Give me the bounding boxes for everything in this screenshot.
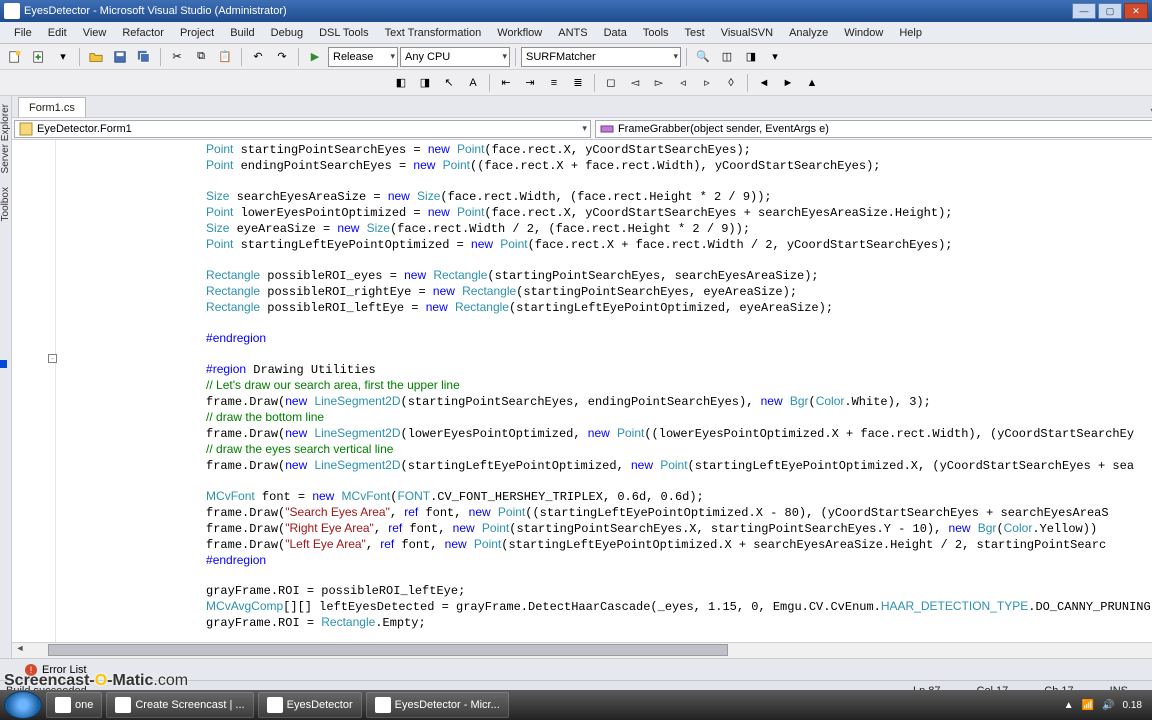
next-bookmark-icon[interactable]: ▻ [648, 72, 670, 94]
open-icon[interactable] [85, 46, 107, 68]
menu-test[interactable]: Test [677, 25, 713, 41]
taskbar-item[interactable]: Create Screencast | ... [106, 692, 253, 718]
work-area: Server Explorer Toolbox Form1.cs ▾ ✕ Eye… [0, 96, 1152, 658]
redo-icon[interactable]: ↷ [271, 46, 293, 68]
document-tabs: Form1.cs ▾ ✕ [12, 96, 1152, 118]
startup-project-combo[interactable]: SURFMatcher [521, 47, 681, 67]
undo-icon[interactable]: ↶ [247, 46, 269, 68]
taskbar: oneCreate Screencast | ...EyesDetectorEy… [0, 690, 1152, 720]
nav-back-icon[interactable]: ◄ [753, 72, 775, 94]
navigation-bar: EyeDetector.Form1 FrameGrabber(object se… [12, 118, 1152, 140]
menu-edit[interactable]: Edit [40, 25, 75, 41]
toggle-bookmark-icon[interactable]: ◻ [600, 72, 622, 94]
display-icon[interactable]: ◧ [390, 72, 412, 94]
menu-window[interactable]: Window [836, 25, 891, 41]
menu-data[interactable]: Data [596, 25, 635, 41]
next-bookmark-folder-icon[interactable]: ▹ [696, 72, 718, 94]
app-icon [4, 3, 20, 19]
document-tab-form1[interactable]: Form1.cs [18, 97, 86, 117]
add-item-icon[interactable] [28, 46, 50, 68]
tray-icon[interactable]: ▲ [1064, 700, 1074, 711]
taskbar-item[interactable]: EyesDetector [258, 692, 362, 718]
paste-icon[interactable]: 📋 [214, 46, 236, 68]
standard-toolbar: ▾ ✂ ⧉ 📋 ↶ ↷ ▶ Release Any CPU SURFMatche… [0, 44, 1152, 70]
volume-icon[interactable]: 🔊 [1102, 700, 1114, 711]
menu-file[interactable]: File [6, 25, 40, 41]
text-editor-toolbar: ◧ ◨ ↖ A ⇤ ⇥ ≡ ≣ ◻ ◅ ▻ ◃ ▹ ◊ ◄ ► ▲ [0, 70, 1152, 96]
nav-up-icon[interactable]: ▲ [801, 72, 823, 94]
display2-icon[interactable]: ◨ [414, 72, 436, 94]
cut-icon[interactable]: ✂ [166, 46, 188, 68]
menu-view[interactable]: View [75, 25, 115, 41]
prev-bookmark-folder-icon[interactable]: ◃ [672, 72, 694, 94]
taskbar-item[interactable]: EyesDetector - Micr... [366, 692, 509, 718]
save-icon[interactable] [109, 46, 131, 68]
error-list-tab[interactable]: Error List [42, 664, 87, 676]
tool-icon-2[interactable]: ◨ [740, 46, 762, 68]
menu-text-transformation[interactable]: Text Transformation [377, 25, 490, 41]
menu-dsl-tools[interactable]: DSL Tools [311, 25, 377, 41]
start-debug-icon[interactable]: ▶ [304, 46, 326, 68]
method-icon [600, 122, 614, 136]
clock[interactable]: 0.18 [1123, 700, 1142, 711]
prev-bookmark-icon[interactable]: ◅ [624, 72, 646, 94]
bottom-panel: ! Error List [0, 658, 1152, 680]
increase-indent-icon[interactable]: ⇥ [519, 72, 541, 94]
menu-ants[interactable]: ANTS [550, 25, 595, 41]
type-nav-combo[interactable]: EyeDetector.Form1 [14, 120, 591, 138]
menu-tools[interactable]: Tools [635, 25, 677, 41]
tool-icon-3[interactable]: ▾ [764, 46, 786, 68]
decrease-indent-icon[interactable]: ⇤ [495, 72, 517, 94]
start-button[interactable] [4, 691, 42, 719]
menu-refactor[interactable]: Refactor [114, 25, 172, 41]
menu-workflow[interactable]: Workflow [489, 25, 550, 41]
comment-icon[interactable]: ≡ [543, 72, 565, 94]
code-surface[interactable]: Point startingPointSearchEyes = new Poin… [56, 140, 1152, 642]
network-icon[interactable]: 📶 [1082, 700, 1094, 711]
cursor-icon[interactable]: ↖ [438, 72, 460, 94]
toolbox-tab[interactable]: Toolbox [0, 183, 11, 225]
solution-platform-combo[interactable]: Any CPU [400, 47, 510, 67]
menu-bar: FileEditViewRefactorProjectBuildDebugDSL… [0, 22, 1152, 44]
find-icon[interactable]: 🔍 [692, 46, 714, 68]
maximize-button[interactable]: ▢ [1098, 3, 1122, 19]
menu-debug[interactable]: Debug [263, 25, 311, 41]
error-list-icon: ! [24, 663, 38, 677]
code-editor[interactable]: - Point startingPointSearchEyes = new Po… [12, 140, 1152, 642]
taskbar-item[interactable]: one [46, 692, 102, 718]
menu-build[interactable]: Build [222, 25, 262, 41]
menu-project[interactable]: Project [172, 25, 222, 41]
horizontal-scrollbar[interactable]: ◄ [12, 642, 1152, 658]
class-icon [19, 122, 33, 136]
font-icon[interactable]: A [462, 72, 484, 94]
selection-marker [0, 360, 7, 368]
window-title: EyesDetector - Microsoft Visual Studio (… [24, 5, 287, 17]
tool-icon-1[interactable]: ◫ [716, 46, 738, 68]
copy-icon[interactable]: ⧉ [190, 46, 212, 68]
menu-help[interactable]: Help [891, 25, 930, 41]
title-bar: EyesDetector - Microsoft Visual Studio (… [0, 0, 1152, 22]
left-tool-strip: Server Explorer Toolbox [0, 96, 12, 658]
minimize-button[interactable]: — [1072, 3, 1096, 19]
solution-config-combo[interactable]: Release [328, 47, 398, 67]
member-nav-combo[interactable]: FrameGrabber(object sender, EventArgs e) [595, 120, 1152, 138]
close-button[interactable]: ✕ [1124, 3, 1148, 19]
system-tray[interactable]: ▲ 📶 🔊 0.18 [1064, 700, 1148, 711]
menu-visualsvn[interactable]: VisualSVN [713, 25, 781, 41]
save-all-icon[interactable] [133, 46, 155, 68]
editor-area: Form1.cs ▾ ✕ EyeDetector.Form1 FrameGrab… [12, 96, 1152, 658]
svg-text:!: ! [30, 665, 33, 675]
server-explorer-tab[interactable]: Server Explorer [0, 100, 11, 177]
nav-fwd-icon[interactable]: ► [777, 72, 799, 94]
clear-bookmarks-icon[interactable]: ◊ [720, 72, 742, 94]
uncomment-icon[interactable]: ≣ [567, 72, 589, 94]
menu-analyze[interactable]: Analyze [781, 25, 836, 41]
new-project-icon[interactable] [4, 46, 26, 68]
dropdown-icon[interactable]: ▾ [52, 46, 74, 68]
gutter: - [12, 140, 56, 642]
